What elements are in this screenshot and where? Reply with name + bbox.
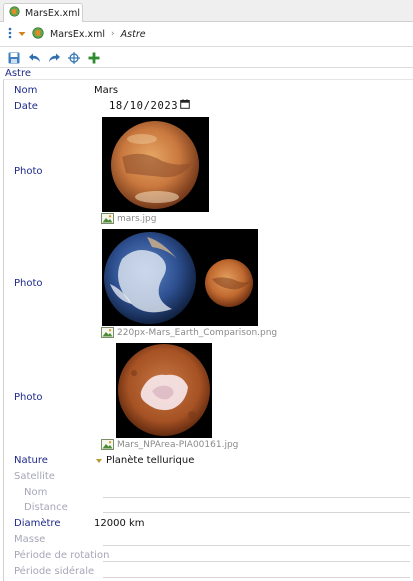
tab-bar: MarsEx.xml xyxy=(0,0,413,22)
photo-image-2[interactable] xyxy=(102,229,258,326)
image-file-icon xyxy=(101,439,114,450)
diametre-label: Diamètre xyxy=(14,518,61,529)
photo-caption-1[interactable]: mars.jpg xyxy=(101,213,156,224)
satellite-label: Satellite xyxy=(14,471,55,482)
root-element-label: Astre xyxy=(5,68,32,79)
date-label: Date xyxy=(14,101,38,112)
more-vertical-icon[interactable] xyxy=(8,27,12,42)
photo-filename-1: mars.jpg xyxy=(117,213,157,224)
periode-rotation-label: Période de rotation xyxy=(14,550,110,561)
calendar-icon[interactable] xyxy=(180,99,191,112)
periode-siderale-input[interactable] xyxy=(103,577,410,578)
add-icon[interactable] xyxy=(87,51,101,65)
toolbar xyxy=(0,48,413,68)
element-form: Nom Mars Date 18/10/2023 Photo mars.jpg xyxy=(3,79,413,581)
target-icon[interactable] xyxy=(67,51,81,65)
image-file-icon xyxy=(101,213,114,224)
undo-icon[interactable] xyxy=(27,51,41,65)
photo-image-3[interactable] xyxy=(116,343,212,438)
satellite-nom-input[interactable] xyxy=(103,497,410,498)
image-file-icon xyxy=(101,327,114,338)
breadcrumb-element[interactable]: Astre xyxy=(121,29,146,40)
photo-label-3: Photo xyxy=(14,392,43,403)
periode-siderale-label: Période sidérale xyxy=(14,566,95,577)
date-input[interactable]: 18/10/2023 xyxy=(94,98,191,113)
nature-label: Nature xyxy=(14,455,48,466)
tab-marsex[interactable]: MarsEx.xml xyxy=(3,3,83,22)
satellite-nom-label: Nom xyxy=(24,487,48,498)
nom-label: Nom xyxy=(14,85,38,96)
date-value: 18/10/2023 xyxy=(109,99,179,112)
photo-filename-3: Mars_NPArea-PIA00161.jpg xyxy=(117,439,239,450)
periode-rotation-input[interactable] xyxy=(103,561,410,562)
breadcrumb-file[interactable]: MarsEx.xml xyxy=(50,29,105,40)
globe-icon xyxy=(32,26,44,42)
photo-label-1: Photo xyxy=(14,166,43,177)
photo-image-1[interactable] xyxy=(102,117,209,212)
nom-input[interactable]: Mars xyxy=(94,85,118,96)
xml-file-icon xyxy=(9,6,20,20)
satellite-distance-input[interactable] xyxy=(103,512,410,513)
redo-icon[interactable] xyxy=(47,51,61,65)
masse-input[interactable] xyxy=(103,545,410,546)
photo-caption-3[interactable]: Mars_NPArea-PIA00161.jpg xyxy=(101,439,238,450)
breadcrumb-separator: › xyxy=(111,29,115,39)
breadcrumb: MarsEx.xml › Astre xyxy=(0,22,413,47)
photo-caption-2[interactable]: 220px-Mars_Earth_Comparison.png xyxy=(101,327,277,338)
photo-filename-2: 220px-Mars_Earth_Comparison.png xyxy=(117,327,278,338)
save-icon[interactable] xyxy=(7,51,21,65)
nature-select[interactable]: Planète tellurique xyxy=(106,455,194,466)
chevron-down-icon[interactable] xyxy=(18,29,26,40)
tab-label: MarsEx.xml xyxy=(25,7,81,19)
diametre-input[interactable]: 12000 km xyxy=(94,518,145,529)
satellite-distance-label: Distance xyxy=(24,502,68,513)
masse-label: Masse xyxy=(14,534,46,545)
chevron-down-icon[interactable] xyxy=(96,459,102,463)
photo-label-2: Photo xyxy=(14,278,43,289)
